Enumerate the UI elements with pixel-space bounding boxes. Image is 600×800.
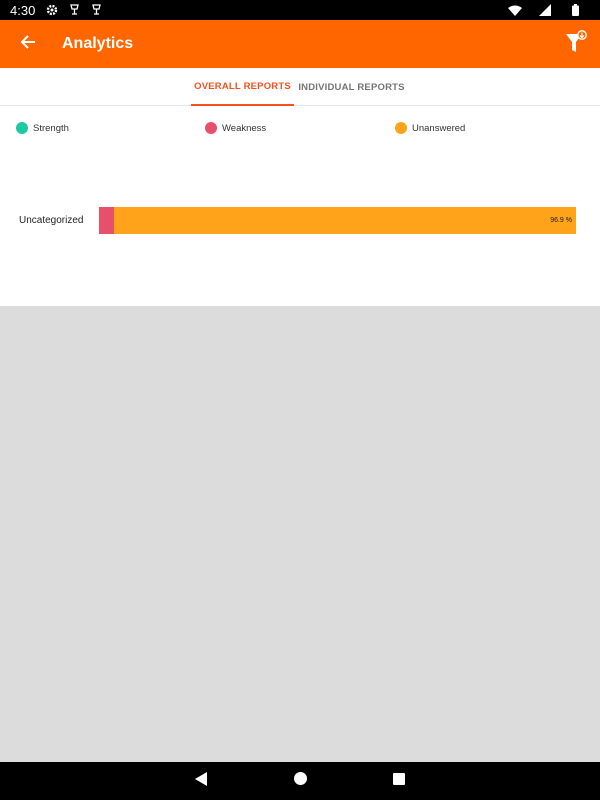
battery-icon — [568, 3, 582, 17]
notification-icon — [67, 3, 81, 17]
signal-icon — [538, 3, 552, 17]
back-button[interactable] — [0, 20, 56, 68]
nav-recents-icon — [393, 772, 405, 790]
bar-value-label: 96.9 % — [550, 217, 572, 224]
bar-segment-weakness — [99, 207, 114, 234]
analytics-content: OVERALL REPORTS INDIVIDUAL REPORTS Stren… — [0, 68, 600, 306]
filter-icon — [565, 29, 587, 59]
nav-home-button[interactable] — [293, 772, 307, 790]
status-time: 4:30 — [10, 2, 36, 18]
arrow-back-icon — [20, 34, 36, 55]
nav-back-icon — [195, 771, 207, 791]
stacked-bar[interactable]: 96.9 % — [99, 207, 576, 234]
system-nav-bar — [0, 762, 600, 800]
nav-back-button[interactable] — [194, 771, 208, 791]
legend-dot-weakness — [205, 122, 217, 134]
legend-dot-strength — [16, 122, 28, 134]
legend-item-strength: Strength — [16, 122, 69, 134]
wifi-icon — [508, 3, 522, 17]
legend-item-weakness: Weakness — [205, 122, 266, 134]
status-bar: 4:30 — [0, 0, 600, 20]
notification-icon — [89, 3, 103, 17]
app-bar: Analytics — [0, 20, 600, 68]
page-title: Analytics — [62, 35, 134, 52]
tab-individual-reports[interactable]: INDIVIDUAL REPORTS — [298, 68, 405, 106]
nav-home-icon — [293, 772, 307, 790]
legend-label: Weakness — [222, 122, 267, 134]
tab-overall-reports[interactable]: OVERALL REPORTS — [191, 68, 294, 106]
chart-legend: Strength Weakness Unanswered — [0, 122, 600, 136]
settings-icon — [45, 3, 59, 17]
legend-dot-unanswered — [395, 122, 407, 134]
chart-bar-row: Uncategorized 96.9 % — [0, 207, 600, 234]
nav-recents-button[interactable] — [392, 772, 406, 790]
filter-button[interactable] — [552, 20, 600, 68]
report-tabs: OVERALL REPORTS INDIVIDUAL REPORTS — [0, 68, 600, 106]
legend-label: Strength — [33, 122, 69, 134]
legend-label: Unanswered — [412, 122, 466, 134]
category-label: Uncategorized — [19, 215, 84, 226]
bar-segment-unanswered: 96.9 % — [113, 207, 576, 234]
legend-item-unanswered: Unanswered — [395, 122, 465, 134]
